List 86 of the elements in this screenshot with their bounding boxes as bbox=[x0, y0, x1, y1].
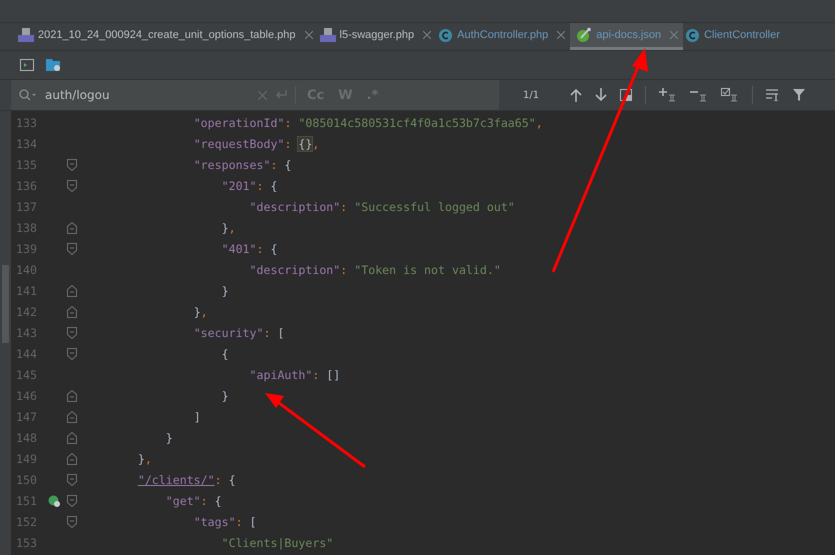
clear-icon[interactable] bbox=[258, 90, 267, 100]
code-line: "201": { bbox=[220, 178, 278, 193]
fold-icon[interactable] bbox=[67, 242, 77, 255]
code-line: "401": { bbox=[220, 242, 278, 256]
code-line: }, bbox=[192, 304, 208, 319]
code-line: "apiAuth": [] bbox=[248, 368, 340, 382]
terminal-icon[interactable] bbox=[20, 59, 34, 71]
editor-tab[interactable]: ClientController bbox=[683, 23, 785, 50]
class-icon bbox=[438, 28, 454, 42]
code-line: "operationId": "085014c580531cf4f0a1c53b7c3faa65", bbox=[192, 116, 543, 130]
code-line: "responses": { bbox=[192, 158, 292, 172]
line-number: 147 bbox=[15, 410, 37, 424]
code-line: } bbox=[220, 284, 229, 298]
code-line: }, bbox=[220, 220, 236, 235]
fold-icon[interactable] bbox=[67, 284, 77, 297]
arrow-up-icon[interactable] bbox=[570, 88, 582, 102]
line-number: 141 bbox=[15, 284, 37, 298]
fold-icon[interactable] bbox=[67, 411, 77, 424]
newline-icon[interactable] bbox=[275, 90, 287, 100]
fold-icon[interactable] bbox=[67, 306, 77, 318]
code-line: "description": "Successful logged out" bbox=[248, 200, 515, 214]
json-file-icon bbox=[576, 27, 592, 43]
window-icon[interactable] bbox=[620, 89, 632, 101]
editor-tab[interactable]: 2021_10_24_000924_create_unit_options_table.php bbox=[16, 23, 318, 50]
line-number: 150 bbox=[15, 473, 37, 488]
line-number: 149 bbox=[15, 452, 37, 466]
fold-icon[interactable] bbox=[67, 432, 77, 444]
line-number: 145 bbox=[15, 368, 37, 382]
line-number: 151 bbox=[15, 494, 37, 508]
line-number: 148 bbox=[15, 431, 37, 446]
add-selection-icon[interactable] bbox=[659, 88, 678, 102]
line-number: 153 bbox=[15, 536, 37, 550]
php-file-icon bbox=[320, 27, 336, 43]
line-number: 152 bbox=[15, 515, 37, 530]
fold-icon[interactable] bbox=[67, 390, 77, 402]
close-icon[interactable] bbox=[670, 31, 678, 39]
line-number: 142 bbox=[15, 304, 37, 319]
close-icon[interactable] bbox=[423, 31, 432, 39]
line-number: 143 bbox=[15, 326, 37, 340]
code-line: { bbox=[220, 347, 229, 362]
line-number: 138 bbox=[15, 220, 37, 235]
fold-icon[interactable] bbox=[67, 158, 77, 171]
code-line: "requestBody": {}, bbox=[192, 136, 320, 151]
fold-icon[interactable] bbox=[67, 348, 77, 360]
line-number: 140 bbox=[15, 262, 37, 277]
fold-icon[interactable] bbox=[67, 326, 77, 339]
editor-tab[interactable]: api-docs.json bbox=[570, 23, 684, 50]
line-number: 134 bbox=[15, 136, 37, 151]
search-icon bbox=[19, 89, 37, 101]
fold-icon[interactable] bbox=[67, 516, 77, 528]
php-file-icon bbox=[18, 27, 34, 43]
code-line: "tags": [ bbox=[192, 515, 257, 530]
search-option[interactable]: .* bbox=[364, 88, 382, 102]
run-icon[interactable] bbox=[48, 495, 60, 508]
fold-icon[interactable] bbox=[67, 453, 77, 466]
close-icon[interactable] bbox=[304, 31, 313, 39]
code-line: "security": [ bbox=[192, 326, 284, 340]
code-line: "Clients|Buyers" bbox=[220, 536, 334, 550]
code-line: } bbox=[220, 389, 229, 404]
fold-icon[interactable] bbox=[67, 180, 77, 192]
code-line: ] bbox=[192, 410, 201, 424]
code-line: }, bbox=[136, 452, 152, 466]
line-number: 146 bbox=[15, 389, 37, 404]
code-line: } bbox=[164, 431, 173, 446]
close-icon[interactable] bbox=[557, 31, 566, 39]
select-all-icon[interactable] bbox=[721, 88, 740, 102]
line-number: 137 bbox=[15, 200, 37, 214]
line-number: 136 bbox=[15, 178, 37, 193]
line-number: 133 bbox=[15, 116, 37, 130]
line-number: 135 bbox=[15, 158, 37, 172]
editor-tab[interactable]: AuthController.php bbox=[436, 23, 570, 50]
lines-icon[interactable] bbox=[766, 89, 780, 101]
editor-tab[interactable]: l5-swagger.php bbox=[318, 23, 436, 50]
class-icon bbox=[685, 28, 700, 42]
match-count: 1/1 bbox=[523, 90, 540, 100]
fold-icon[interactable] bbox=[67, 495, 77, 508]
code-line: "description": "Token is not valid." bbox=[248, 262, 501, 277]
code-line: "get": { bbox=[164, 494, 222, 508]
fold-icon[interactable] bbox=[67, 222, 77, 234]
remove-selection-icon[interactable] bbox=[690, 88, 708, 102]
code-line: "/clients/": { bbox=[136, 473, 236, 488]
fold-icon[interactable] bbox=[67, 474, 77, 486]
line-number: 144 bbox=[15, 347, 37, 362]
filter-icon[interactable] bbox=[793, 89, 806, 101]
arrow-down-icon[interactable] bbox=[595, 88, 608, 102]
line-number: 139 bbox=[15, 242, 37, 256]
